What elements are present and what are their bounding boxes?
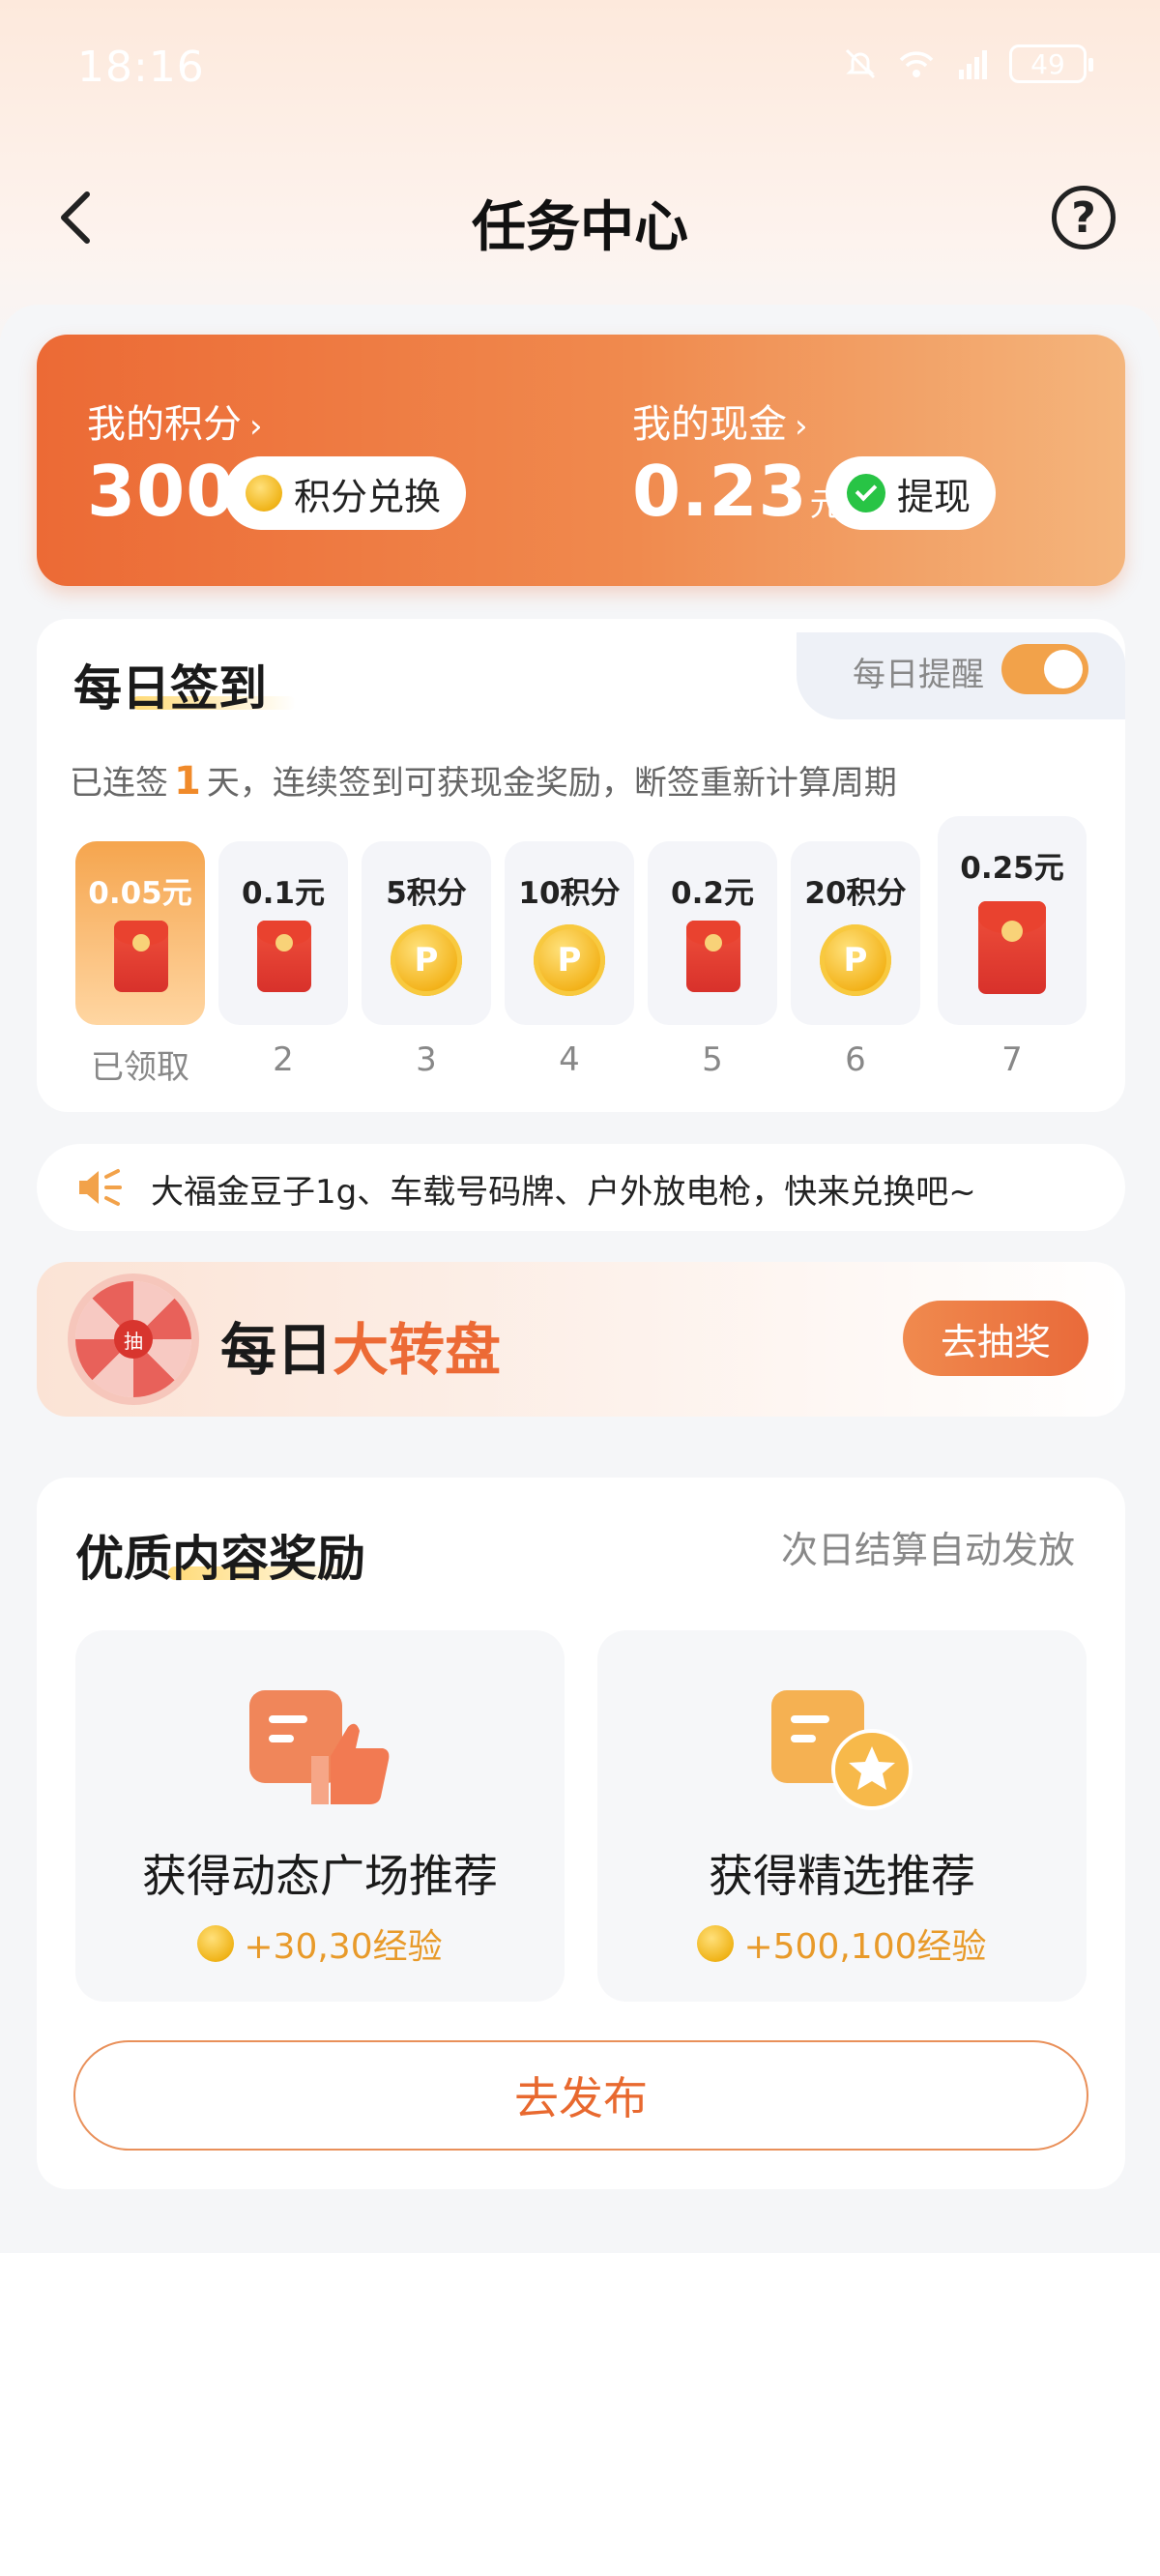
signin-day-1[interactable]: 0.05元: [75, 841, 205, 1025]
quality-subtitle: 次日结算自动发放: [780, 1529, 1075, 1571]
quality-content-card: 优质内容奖励 次日结算自动发放 获得动态广场推荐 +30,30经验 获得精选推荐…: [37, 1478, 1125, 2189]
day-reward: 5积分: [386, 876, 467, 911]
lucky-wheel-icon: 抽: [75, 1281, 191, 1397]
points-card: 我的积分› 300 积分兑换 我的现金› 0.23元 提现: [37, 335, 1125, 586]
signin-description: 已连签 1 天，连续签到可获现金奖励，断签重新计算周期: [70, 756, 897, 804]
points-value: 300: [87, 451, 236, 532]
my-points-link[interactable]: 我的积分 ›: [87, 393, 263, 449]
battery-icon: 49: [1009, 44, 1093, 83]
day-label: 7: [1001, 1040, 1023, 1079]
status-icons: 49: [841, 44, 1093, 83]
day-reward: 0.25元: [960, 851, 1064, 886]
my-cash-link[interactable]: 我的现金 ›: [632, 393, 808, 449]
day-reward: 0.05元: [88, 876, 192, 911]
page-title: 任务中心: [472, 196, 688, 259]
star-card-icon: [771, 1690, 913, 1810]
day-reward: 10积分: [518, 876, 621, 911]
draw-button[interactable]: 去抽奖: [903, 1301, 1088, 1376]
day-reward: 0.1元: [242, 876, 325, 911]
help-button[interactable]: ?: [1052, 186, 1116, 249]
reward-item-featured: 获得精选推荐 +500,100经验: [597, 1630, 1087, 2002]
coin-icon: P: [391, 924, 462, 996]
reward-item-reward: +500,100经验: [597, 1918, 1087, 1969]
reward-amount: +30,30经验: [244, 1927, 443, 1967]
coin-icon: P: [820, 924, 891, 996]
daily-wheel-card[interactable]: 抽 每日大转盘 去抽奖: [37, 1262, 1125, 1417]
desc-prefix: 已连签: [70, 764, 168, 803]
wifi-icon: [899, 51, 934, 77]
speaker-icon: [79, 1169, 122, 1206]
red-packet-icon: [686, 921, 740, 992]
reward-item-name: 获得精选推荐: [709, 1850, 975, 1902]
signin-day-3[interactable]: 5积分 P: [362, 841, 491, 1025]
reward-item-square-recommend: 获得动态广场推荐 +30,30经验: [75, 1630, 565, 2002]
red-packet-icon: [257, 921, 311, 992]
streak-count: 1: [174, 759, 201, 804]
signin-day-6[interactable]: 20积分 P: [791, 841, 920, 1025]
red-packet-icon: [978, 901, 1046, 994]
reward-item-reward: +30,30经验: [75, 1918, 565, 1969]
signin-day-7[interactable]: 0.25元: [938, 816, 1087, 1025]
header: 任务中心 ?: [0, 164, 1160, 271]
chevron-right-icon: ›: [795, 407, 808, 446]
exchange-points-label: 积分兑换: [294, 475, 442, 518]
signal-icon: [959, 50, 987, 79]
wheel-title-main: 每日: [220, 1317, 334, 1383]
withdraw-label: 提现: [897, 475, 972, 518]
day-label: 4: [559, 1040, 580, 1079]
wechat-pay-icon: [847, 474, 885, 512]
cash-amount: 0.23: [632, 451, 808, 532]
signin-day-5[interactable]: 0.2元: [648, 841, 777, 1025]
wheel-title: 每日大转盘: [220, 1304, 501, 1386]
day-label: 6: [845, 1040, 866, 1079]
day-label: 2: [273, 1040, 294, 1079]
quality-title: 优质内容奖励: [75, 1531, 365, 1587]
withdraw-button[interactable]: 提现: [826, 456, 997, 530]
thumbs-up-card-icon: [249, 1690, 390, 1804]
day-reward: 20积分: [804, 876, 907, 911]
day-label: 3: [416, 1040, 437, 1079]
notice-text: 大福金豆子1g、车载号码牌、户外放电枪，快来兑换吧~: [151, 1173, 976, 1212]
wheel-title-accent: 大转盘: [333, 1317, 502, 1383]
reward-amount: +500,100经验: [743, 1927, 987, 1967]
mute-icon: [845, 48, 876, 79]
publish-button[interactable]: 去发布: [73, 2040, 1088, 2151]
coin-icon: [197, 1925, 235, 1962]
reward-item-name: 获得动态广场推荐: [142, 1850, 498, 1902]
coin-icon: P: [534, 924, 605, 996]
question-mark-icon: ?: [1071, 192, 1096, 243]
reminder-label: 每日提醒: [853, 656, 984, 694]
notice-bar[interactable]: 大福金豆子1g、车载号码牌、户外放电枪，快来兑换吧~: [37, 1144, 1125, 1231]
exchange-points-button[interactable]: 积分兑换: [224, 456, 467, 530]
page-bottom: [0, 2253, 1160, 2576]
red-packet-icon: [114, 921, 168, 992]
status-bar: 18:16 49: [0, 0, 1160, 145]
signin-title: 每日签到: [73, 660, 267, 717]
coin-icon: [697, 1925, 735, 1962]
my-cash-label: 我的现金: [632, 402, 787, 447]
wheel-center-label: 抽: [114, 1320, 153, 1359]
desc-suffix: 天，连续签到可获现金奖励，断签重新计算周期: [206, 764, 897, 803]
daily-signin-card: 每日签到 每日提醒 已连签 1 天，连续签到可获现金奖励，断签重新计算周期 0.05…: [37, 619, 1125, 1112]
reminder-toggle[interactable]: [1001, 644, 1088, 694]
signin-day-2[interactable]: 0.1元: [218, 841, 348, 1025]
coin-icon: [246, 475, 282, 512]
day-label: 已领取: [91, 1048, 189, 1087]
status-time: 18:16: [77, 43, 205, 92]
chevron-right-icon: ›: [249, 407, 263, 446]
cash-value: 0.23元: [632, 451, 844, 532]
my-points-label: 我的积分: [87, 402, 242, 447]
day-reward: 0.2元: [671, 876, 754, 911]
day-label: 5: [702, 1040, 723, 1079]
signin-day-4[interactable]: 10积分 P: [505, 841, 634, 1025]
